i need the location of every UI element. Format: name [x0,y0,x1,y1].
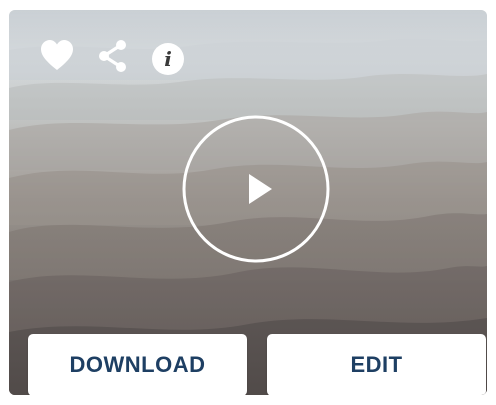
media-card: i DOWNLOAD EDIT [9,10,487,395]
heart-icon[interactable] [39,38,75,74]
play-button[interactable] [181,114,331,264]
download-button[interactable]: DOWNLOAD [28,334,247,395]
play-icon [249,174,272,204]
info-icon[interactable]: i [151,42,185,76]
share-icon[interactable] [95,38,131,74]
edit-button[interactable]: EDIT [267,334,486,395]
info-glyph: i [164,47,172,71]
